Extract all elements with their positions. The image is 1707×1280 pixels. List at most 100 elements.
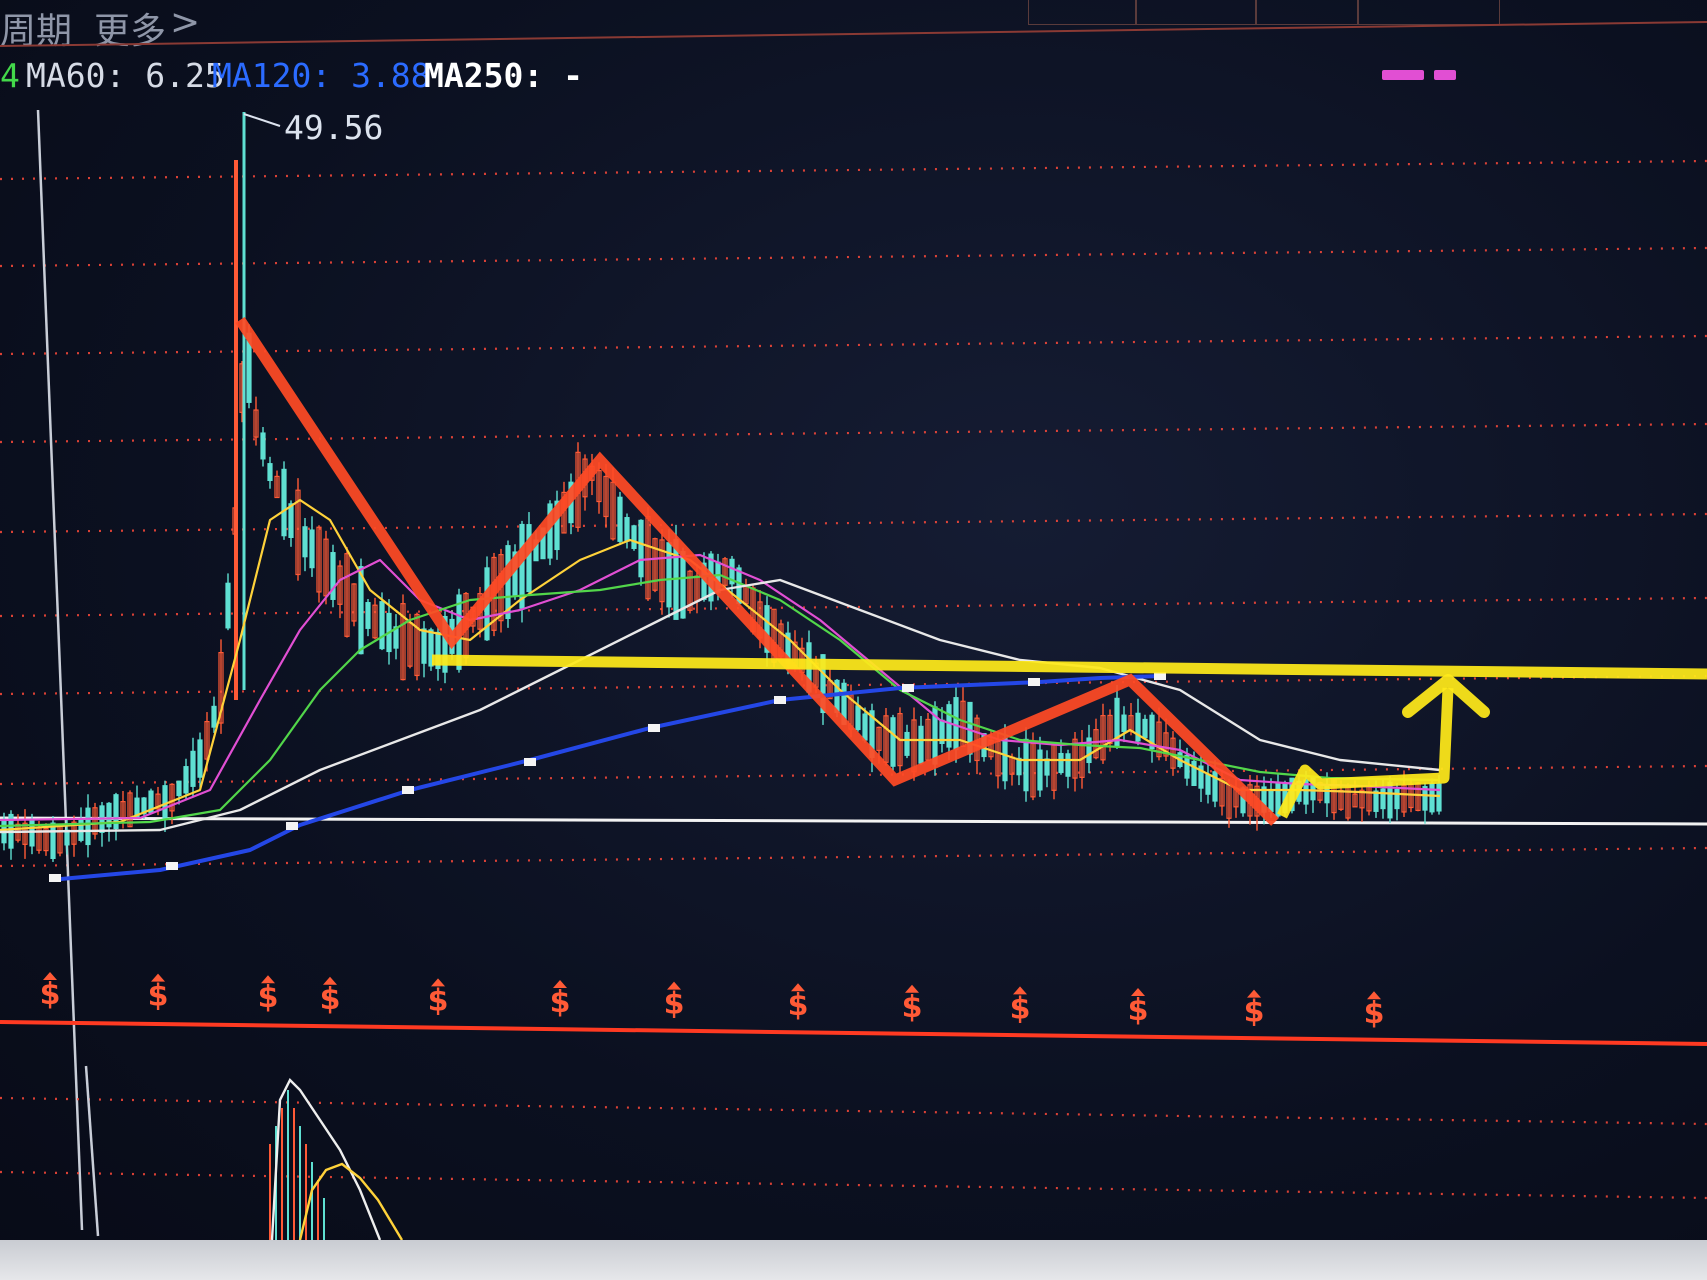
event-marker-cap-11 xyxy=(1131,988,1145,996)
support-line-annotation xyxy=(431,654,1707,680)
ma120-node-7 xyxy=(774,696,786,704)
event-marker-7: $ xyxy=(664,987,685,1022)
event-marker-cap-9 xyxy=(905,984,919,993)
candle-body-160 xyxy=(1121,714,1127,733)
candle-body-205 xyxy=(1436,783,1442,812)
event-marker-4: $ xyxy=(320,982,341,1017)
peak-leader-line xyxy=(243,113,281,127)
candle-body-27 xyxy=(190,750,196,787)
candle-body-26 xyxy=(183,766,189,794)
candle-body-32 xyxy=(225,582,231,629)
event-marker-5: $ xyxy=(428,983,449,1018)
lower-yellow-line xyxy=(298,1162,404,1241)
candle-body-148 xyxy=(1037,749,1043,791)
candle-body-123 xyxy=(862,713,868,741)
candle-body-122 xyxy=(855,705,861,731)
event-marker-cap-13 xyxy=(1367,991,1381,1000)
event-marker-10: $ xyxy=(1010,991,1031,1026)
event-marker-cap-12 xyxy=(1247,989,1261,998)
ma120-node-1 xyxy=(49,874,61,882)
screen-bezel xyxy=(0,1240,1707,1280)
candle-body-40 xyxy=(281,468,287,537)
ma120-node-2 xyxy=(166,862,178,870)
candle-body-129 xyxy=(904,731,910,756)
candle-body-90 xyxy=(631,525,637,549)
candle-body-151 xyxy=(1058,752,1064,774)
lower-crosshair xyxy=(84,1065,100,1237)
event-marker-12: $ xyxy=(1244,995,1265,1030)
gridline-9 xyxy=(0,846,1707,868)
candle-body-38 xyxy=(267,463,273,482)
candle-body-172 xyxy=(1205,774,1211,795)
candle-body-127 xyxy=(890,717,896,767)
kline-screen: 周期 更多 > 4 MA60: 6.25 MA120: 3.88 MA250: … xyxy=(0,0,1707,1280)
event-marker-9: $ xyxy=(902,990,923,1025)
event-marker-cap-4 xyxy=(323,976,337,985)
candle-body-163 xyxy=(1142,718,1148,739)
event-marker-6: $ xyxy=(550,985,571,1020)
candle-body-152 xyxy=(1065,753,1071,777)
moving-average-lines xyxy=(0,498,1441,882)
candlestick-chart: $ $ $ $ $ $ $ $ $ $ $ $ $ xyxy=(0,21,1707,1241)
lower-gridline-2 xyxy=(0,1170,1707,1200)
ma120-node-5 xyxy=(524,758,536,766)
candle-body-146 xyxy=(1023,738,1029,792)
candle-body-43 xyxy=(302,526,308,558)
candle-body-41 xyxy=(288,503,294,538)
ma120-node-4 xyxy=(402,786,414,794)
candle-body-88 xyxy=(617,496,623,542)
gridlines xyxy=(0,21,1707,1231)
event-markers: $ $ $ $ $ $ $ $ $ $ $ $ $ xyxy=(40,972,1385,1031)
lower-gridline-1 xyxy=(0,1096,1707,1126)
candle-body-149 xyxy=(1044,758,1050,776)
crosshair-vertical xyxy=(36,109,84,1231)
event-marker-cap-6 xyxy=(553,980,567,988)
event-marker-cap-3 xyxy=(261,975,275,984)
candle-body-89 xyxy=(624,517,630,542)
candle-body-60 xyxy=(421,628,427,664)
base-line xyxy=(0,816,1707,826)
event-marker-8: $ xyxy=(788,988,809,1023)
event-marker-11: $ xyxy=(1128,993,1149,1028)
event-marker-cap-10 xyxy=(1013,986,1027,995)
event-marker-cap-1 xyxy=(43,972,57,980)
gridline-5 xyxy=(0,512,1707,534)
event-marker-cap-7 xyxy=(667,981,681,990)
candle-body-181 xyxy=(1268,790,1274,813)
event-marker-13: $ xyxy=(1364,996,1385,1031)
event-marker-cap-2 xyxy=(151,973,165,982)
candle-body-30 xyxy=(211,705,217,728)
candle-body-47 xyxy=(330,552,336,600)
candle-body-52 xyxy=(365,602,371,629)
lower-indicator-panel xyxy=(0,1020,1707,1241)
annotations xyxy=(235,316,1707,826)
base-reference-line xyxy=(0,816,1707,826)
candle-body-136 xyxy=(953,697,959,751)
toolbar-divider xyxy=(0,21,1707,47)
event-marker-cap-8 xyxy=(791,983,805,992)
candle-body-9 xyxy=(64,829,70,846)
candle-body-51 xyxy=(358,566,364,655)
candle-body-196 xyxy=(1373,790,1379,812)
candles xyxy=(1,112,1442,862)
candle-body-143 xyxy=(1002,737,1008,782)
event-marker-2: $ xyxy=(148,979,169,1014)
ma120-node-9 xyxy=(1028,678,1040,686)
candle-body-91 xyxy=(638,519,644,578)
ma120-node-6 xyxy=(648,724,660,732)
event-marker-cap-5 xyxy=(431,978,445,987)
ma120-node-3 xyxy=(286,822,298,830)
candle-body-131 xyxy=(918,725,924,764)
panel-divider xyxy=(0,1020,1707,1046)
gridline-1 xyxy=(0,159,1707,181)
event-marker-1: $ xyxy=(40,977,61,1012)
event-marker-3: $ xyxy=(258,980,279,1015)
candle-body-54 xyxy=(379,601,385,650)
candle-body-28 xyxy=(197,739,203,778)
candle-body-170 xyxy=(1191,760,1197,787)
ma120-node-8 xyxy=(902,684,914,692)
candle-body-199 xyxy=(1394,788,1400,810)
candle-body-23 xyxy=(162,785,168,819)
gridline-2 xyxy=(0,246,1707,268)
candle-body-75 xyxy=(526,524,532,593)
